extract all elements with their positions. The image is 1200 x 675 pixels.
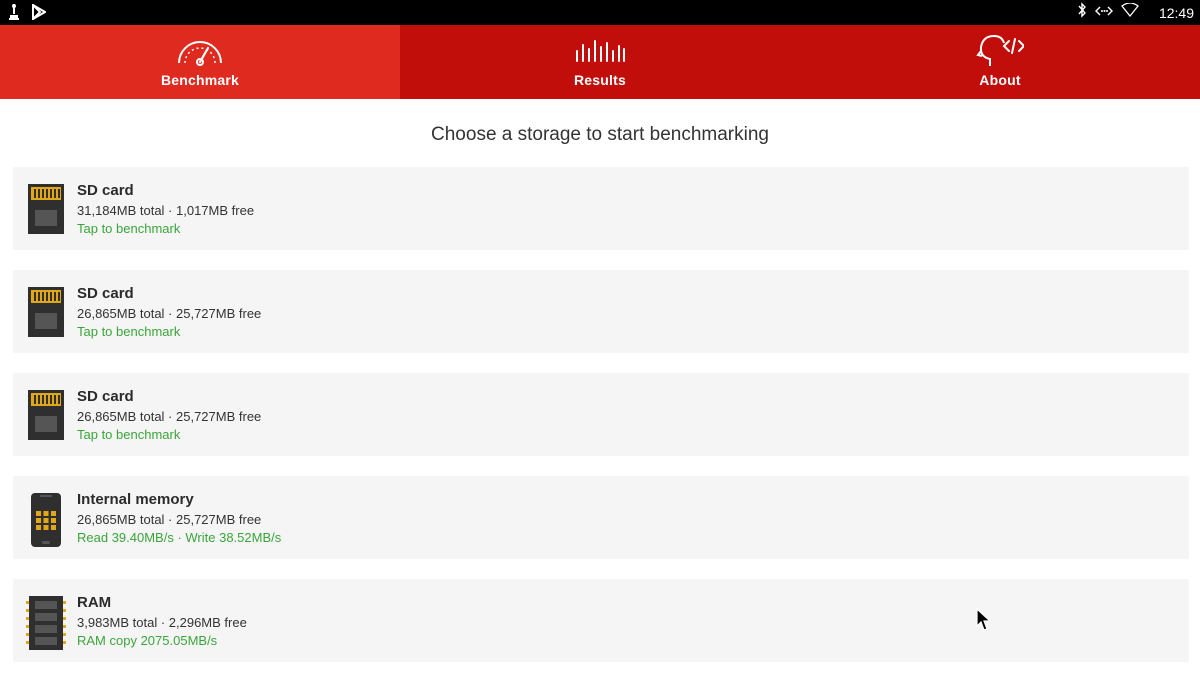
- phone-chip-icon: [26, 492, 66, 547]
- tab-about[interactable]: About: [800, 25, 1200, 99]
- wifi-icon: [1121, 2, 1139, 22]
- storage-action: Tap to benchmark: [77, 221, 181, 236]
- page-title: Choose a storage to start benchmarking: [431, 124, 769, 145]
- mouse-pointer-icon: [976, 607, 992, 637]
- head-code-icon: [976, 35, 1024, 67]
- status-bar: 12:49: [0, 0, 1200, 25]
- bars-icon: [574, 35, 626, 67]
- sd-card-icon: [26, 286, 66, 338]
- storage-info: 3,983MB total · 2,296MB free: [77, 615, 247, 630]
- tab-benchmark[interactable]: Benchmark: [0, 25, 400, 99]
- storage-item-internal-memory[interactable]: Internal memory 26,865MB total · 25,727M…: [13, 476, 1189, 559]
- bluetooth-icon: [1077, 2, 1087, 23]
- tab-benchmark-label: Benchmark: [160, 72, 240, 88]
- storage-action: Read 39.40MB/s · Write 38.52MB/s: [77, 530, 282, 545]
- usb-debug-icon: [8, 3, 20, 26]
- storage-title: RAM: [77, 594, 112, 611]
- status-bar-time: 12:49: [1158, 4, 1194, 21]
- storage-info: 26,865MB total · 25,727MB free: [77, 512, 262, 527]
- storage-action: Tap to benchmark: [77, 324, 181, 339]
- storage-item-ram[interactable]: RAM 3,983MB total · 2,296MB free RAM cop…: [13, 579, 1189, 662]
- speedometer-icon: [175, 35, 225, 67]
- play-store-icon: [32, 3, 47, 25]
- storage-title: SD card: [77, 182, 134, 199]
- storage-action: RAM copy 2075.05MB/s: [77, 633, 218, 648]
- storage-title: SD card: [77, 388, 134, 405]
- tab-about-label: About: [979, 72, 1021, 88]
- storage-item-sd-card-2[interactable]: SD card 26,865MB total · 25,727MB free T…: [13, 270, 1189, 353]
- storage-item-sd-card-1[interactable]: SD card 31,184MB total · 1,017MB free Ta…: [13, 167, 1189, 250]
- sd-card-icon: [26, 183, 66, 235]
- storage-item-sd-card-3[interactable]: SD card 26,865MB total · 25,727MB free T…: [13, 373, 1189, 456]
- tab-results[interactable]: Results: [400, 25, 800, 99]
- storage-title: Internal memory: [77, 491, 194, 508]
- storage-title: SD card: [77, 285, 134, 302]
- status-bar-right: 12:49: [1077, 0, 1194, 25]
- status-bar-left: [8, 3, 47, 26]
- tab-bar: Benchmark Results About: [0, 25, 1200, 99]
- ethernet-icon: [1094, 4, 1113, 22]
- storage-info: 31,184MB total · 1,017MB free: [77, 203, 255, 218]
- storage-info: 26,865MB total · 25,727MB free: [77, 409, 262, 424]
- tab-results-label: Results: [574, 72, 626, 88]
- ram-stick-icon: [26, 595, 66, 650]
- storage-action: Tap to benchmark: [77, 427, 181, 442]
- storage-info: 26,865MB total · 25,727MB free: [77, 306, 262, 321]
- sd-card-icon: [26, 389, 66, 441]
